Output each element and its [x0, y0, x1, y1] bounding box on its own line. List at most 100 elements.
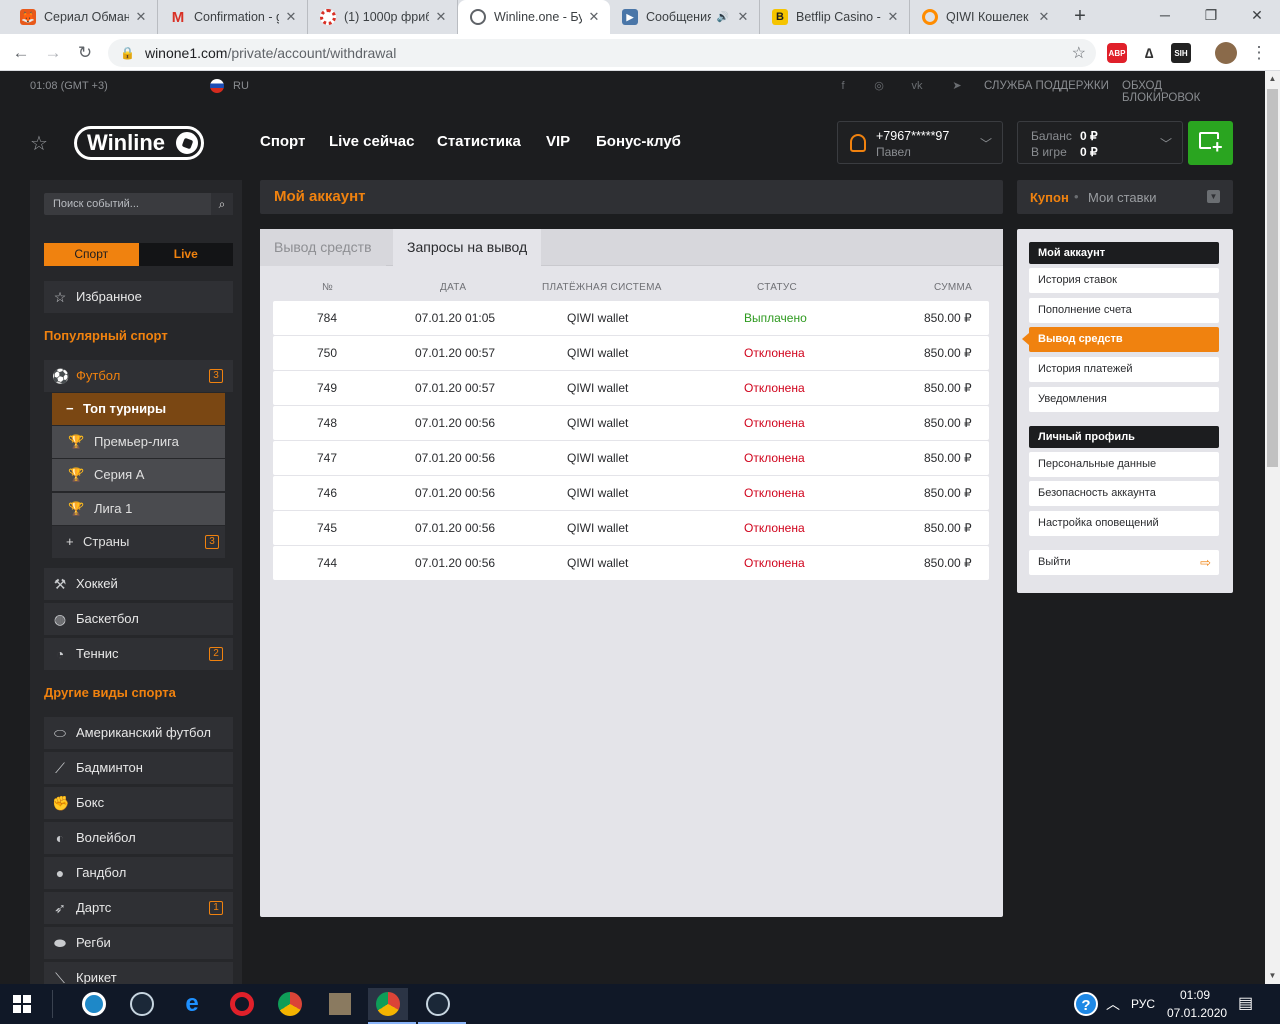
browser-tab[interactable]: QIWI Кошелек - ✕: [910, 0, 1060, 34]
countries-toggle[interactable]: + Страны 3: [52, 526, 225, 558]
help-tray-icon[interactable]: ?: [1066, 988, 1106, 1020]
maximize-icon[interactable]: ❐: [1188, 0, 1234, 30]
sidebar-item-football[interactable]: ⚽ Футбол 3: [44, 360, 233, 392]
forward-icon[interactable]: →: [40, 40, 66, 66]
browser-tab-active[interactable]: Winline.one - Бу ✕: [458, 0, 610, 34]
vk-icon[interactable]: vk: [910, 79, 924, 93]
menu-personal-data[interactable]: Персональные данные: [1029, 452, 1219, 477]
taskbar-chrome-active[interactable]: [368, 988, 416, 1024]
balance-dropdown[interactable]: Баланс 0 ₽ В игре 0 ₽ ﹀: [1017, 121, 1183, 164]
tournament-item[interactable]: 🏆 Серия А: [52, 459, 225, 491]
sidebar-item-cricket[interactable]: ⟍ Крикет: [44, 962, 233, 984]
keyboard-language[interactable]: РУС: [1131, 984, 1155, 1024]
menu-notification-settings[interactable]: Настройка оповещений: [1029, 511, 1219, 536]
minimize-icon[interactable]: ─: [1142, 0, 1188, 30]
taskbar-steam-active[interactable]: [418, 988, 466, 1024]
user-account-dropdown[interactable]: +7967*****97 Павел ﹀: [837, 121, 1003, 164]
language-selector[interactable]: RU: [233, 80, 249, 92]
browser-tab[interactable]: M Confirmation - g ✕: [158, 0, 308, 34]
top-tournaments-toggle[interactable]: − Топ турниры: [52, 393, 225, 425]
sidebar-item-rugby[interactable]: ⬬ Регби: [44, 927, 233, 959]
clock-date[interactable]: 07.01.2020: [1167, 993, 1227, 1024]
taskbar-steam[interactable]: [122, 988, 162, 1020]
menu-notifications[interactable]: Уведомления: [1029, 387, 1219, 412]
sidebar-item-handball[interactable]: ● Гандбол: [44, 857, 233, 889]
sidebar-item-american-football[interactable]: ⬭ Американский футбол: [44, 717, 233, 749]
toggle-live[interactable]: Live: [138, 243, 233, 266]
back-icon[interactable]: ←: [8, 40, 34, 66]
tray-chevron-up-icon[interactable]: ︿: [1106, 984, 1120, 1024]
tab-withdraw-funds[interactable]: Вывод средств: [260, 229, 386, 266]
browser-tab[interactable]: (1) 1000р фрибе ✕: [308, 0, 458, 34]
sidebar-item-tennis[interactable]: ◔ Теннис 2: [44, 638, 233, 670]
close-window-icon[interactable]: ✕: [1234, 0, 1280, 30]
tournament-item[interactable]: 🏆 Лига 1: [52, 493, 225, 525]
audio-icon[interactable]: 🔊: [715, 12, 731, 23]
menu-payment-history[interactable]: История платежей: [1029, 357, 1219, 382]
scroll-down-icon[interactable]: ▼: [1265, 968, 1280, 984]
scrollbar-thumb[interactable]: [1267, 89, 1278, 467]
chevron-down-icon[interactable]: ▼: [1207, 190, 1220, 203]
sidebar-item-boxing[interactable]: ✊ Бокс: [44, 787, 233, 819]
delta-icon[interactable]: ∆: [1139, 43, 1159, 63]
favorite-star-icon[interactable]: ☆: [30, 131, 48, 156]
sidebar-item-hockey[interactable]: ⚒ Хоккей: [44, 568, 233, 600]
tab-my-bets[interactable]: Мои ставки: [1088, 190, 1156, 205]
browser-tab[interactable]: ▶ Сообщения 🔊 ✕: [610, 0, 760, 34]
tab-coupon[interactable]: Купон: [1030, 190, 1069, 205]
url-input[interactable]: 🔒 winone1.com/private/account/withdrawal…: [108, 39, 1096, 67]
menu-dots-icon[interactable]: ⋮: [1246, 40, 1272, 66]
scroll-up-icon[interactable]: ▲: [1265, 71, 1280, 87]
new-tab-button[interactable]: +: [1068, 4, 1092, 28]
close-tab-icon[interactable]: ✕: [586, 9, 602, 25]
winline-logo[interactable]: Winline: [74, 126, 204, 160]
nav-sport[interactable]: Спорт: [260, 133, 305, 150]
tournament-item[interactable]: 🏆 Премьер-лига: [52, 426, 225, 458]
search-icon[interactable]: ⌕: [211, 193, 233, 215]
notifications-icon[interactable]: ▤: [1238, 984, 1253, 1024]
sidebar-item-badminton[interactable]: ⟋ Бадминтон: [44, 752, 233, 784]
sidebar-item-volleyball[interactable]: ◐ Волейбол: [44, 822, 233, 854]
sidebar-item-favorites[interactable]: ☆ Избранное: [44, 281, 233, 313]
bookmark-star-icon[interactable]: ☆: [1072, 43, 1086, 63]
taskbar-game[interactable]: [320, 988, 360, 1020]
page-scrollbar[interactable]: ▲ ▼: [1265, 71, 1280, 984]
menu-deposit[interactable]: Пополнение счета: [1029, 298, 1219, 323]
reload-icon[interactable]: ↻: [72, 40, 98, 66]
menu-account-security[interactable]: Безопасность аккаунта: [1029, 481, 1219, 506]
event-search-input[interactable]: Поиск событий... ⌕: [44, 193, 233, 215]
close-tab-icon[interactable]: ✕: [283, 9, 299, 25]
telegram-icon[interactable]: ➤: [950, 79, 964, 93]
bypass-block-link[interactable]: ОБХОД БЛОКИРОВОК: [1122, 80, 1233, 104]
close-tab-icon[interactable]: ✕: [433, 9, 449, 25]
logout-button[interactable]: Выйти ⇨: [1029, 550, 1219, 575]
nav-live-now[interactable]: Live сейчас: [329, 133, 414, 150]
toggle-sport[interactable]: Спорт: [44, 243, 139, 266]
nav-statistics[interactable]: Статистика: [437, 133, 521, 150]
close-tab-icon[interactable]: ✕: [1036, 9, 1052, 25]
menu-bet-history[interactable]: История ставок: [1029, 268, 1219, 293]
close-tab-icon[interactable]: ✕: [885, 9, 901, 25]
close-tab-icon[interactable]: ✕: [133, 9, 149, 25]
adblock-icon[interactable]: ABP: [1107, 43, 1127, 63]
sih-icon[interactable]: SIH: [1171, 43, 1191, 63]
close-tab-icon[interactable]: ✕: [735, 9, 751, 25]
sidebar-item-basketball[interactable]: ◍ Баскетбол: [44, 603, 233, 635]
avatar[interactable]: [1215, 42, 1237, 64]
browser-tab[interactable]: B Betflip Casino - ✕: [760, 0, 910, 34]
tab-withdrawal-requests[interactable]: Запросы на вывод: [393, 229, 542, 266]
start-button[interactable]: [2, 988, 42, 1020]
menu-withdrawal[interactable]: Вывод средств: [1022, 327, 1219, 352]
taskbar-edge[interactable]: e: [172, 988, 212, 1020]
deposit-button[interactable]: +: [1188, 121, 1233, 165]
taskbar-chrome[interactable]: [270, 988, 310, 1020]
nav-vip[interactable]: VIP: [546, 133, 570, 150]
sidebar-item-darts[interactable]: ➶ Дартс 1: [44, 892, 233, 924]
instagram-icon[interactable]: ◎: [872, 79, 886, 93]
support-link[interactable]: СЛУЖБА ПОДДЕРЖКИ: [984, 80, 1109, 92]
russia-flag-icon[interactable]: [210, 79, 224, 93]
nav-bonus-club[interactable]: Бонус-клуб: [596, 133, 681, 150]
facebook-icon[interactable]: f: [836, 79, 850, 93]
taskbar-headset-app[interactable]: [74, 988, 114, 1020]
taskbar-opera[interactable]: [222, 988, 262, 1020]
